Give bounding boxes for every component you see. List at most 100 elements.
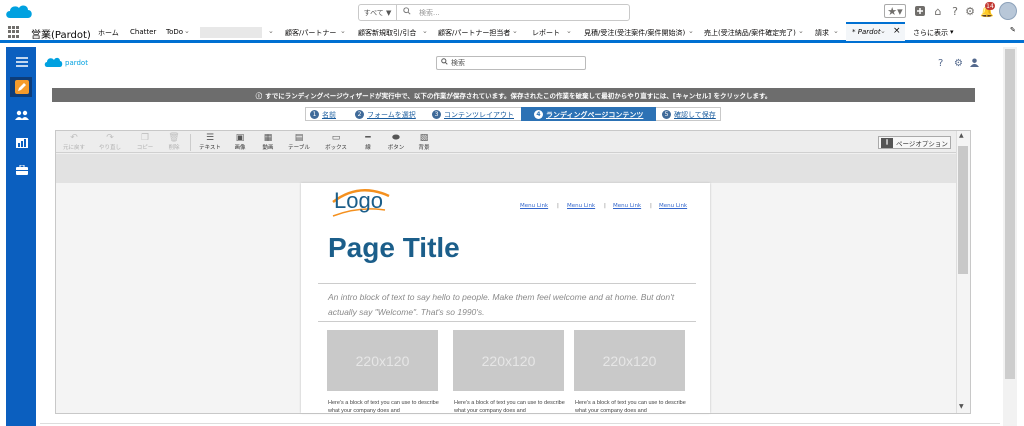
insert-table-button[interactable]: ▤ テーブル bbox=[285, 133, 313, 153]
nav-item-billing[interactable]: 請求 bbox=[815, 28, 829, 38]
chevron-down-icon[interactable]: ⌄ bbox=[184, 27, 190, 35]
step-number: 5 bbox=[662, 110, 671, 119]
lp-menu-link[interactable]: Menu Link bbox=[520, 203, 548, 209]
insert-line-button[interactable]: ━ 線 bbox=[354, 133, 382, 153]
chevron-down-icon[interactable]: ⌄ bbox=[798, 27, 804, 35]
wizard-step-5[interactable]: 5 確認して保存 bbox=[662, 108, 716, 121]
info-icon: ⓘ bbox=[255, 92, 263, 100]
app-launcher-icon[interactable] bbox=[8, 26, 20, 38]
menu-separator: | bbox=[604, 203, 606, 209]
step-label[interactable]: 確認して保存 bbox=[674, 110, 716, 120]
line-label: 線 bbox=[365, 145, 371, 151]
lp-page-title[interactable]: Page Title bbox=[328, 232, 460, 264]
background-button[interactable]: ▧ 背景 bbox=[410, 133, 438, 153]
undo-button[interactable]: ↶ 元に戻す bbox=[60, 133, 88, 153]
insert-image-button[interactable]: ▣ 画像 bbox=[226, 133, 254, 153]
lp-caption[interactable]: Here's a block of text you can use to de… bbox=[328, 399, 439, 415]
lp-image-placeholder[interactable]: 220x120 bbox=[327, 330, 438, 391]
nav-more[interactable]: さらに表示 bbox=[913, 28, 948, 38]
wizard-in-progress-banner: ⓘ すでにランディングページウィザードが実行中で、以下の作業が保存されています。… bbox=[52, 88, 975, 102]
table-label: テーブル bbox=[288, 145, 310, 151]
redacted-nav-item[interactable] bbox=[200, 27, 262, 38]
admin-briefcase-icon[interactable] bbox=[14, 163, 30, 177]
insert-box-button[interactable]: ▭ ボックス bbox=[322, 133, 350, 153]
step-number: 2 bbox=[355, 110, 364, 119]
menu-hamburger-icon[interactable] bbox=[14, 55, 30, 69]
nav-item-opportunities[interactable]: 顧客新規取引/引合 bbox=[358, 28, 416, 38]
wizard-step-2[interactable]: 2 フォームを選択 bbox=[355, 108, 416, 121]
insert-text-button[interactable]: ☰ テキスト bbox=[196, 133, 224, 153]
salesforce-cloud-logo[interactable] bbox=[4, 2, 34, 20]
global-search-bar[interactable]: すべて ▼ 検索... bbox=[358, 4, 630, 21]
page-options-button[interactable]: ⫼ ページオプション bbox=[878, 136, 951, 149]
lp-image-placeholder[interactable]: 220x120 bbox=[453, 330, 564, 391]
sliders-icon: ⫼ bbox=[881, 137, 893, 148]
global-add-icon[interactable] bbox=[913, 4, 927, 18]
trailhead-icon[interactable]: ⌂ bbox=[931, 4, 945, 18]
nav-item-contacts[interactable]: 顧客/パートナー担当者 bbox=[438, 28, 510, 38]
edit-nav-pencil-icon[interactable]: ✎ bbox=[1010, 26, 1016, 34]
page-scrollbar-thumb[interactable] bbox=[1005, 49, 1015, 379]
step-label[interactable]: フォームを選択 bbox=[367, 110, 416, 120]
chevron-down-icon[interactable]: ⌄ bbox=[268, 27, 274, 35]
user-profile-icon[interactable] bbox=[970, 58, 979, 70]
menu-separator: | bbox=[557, 203, 559, 209]
chevron-down-icon[interactable]: ⌄ bbox=[340, 27, 346, 35]
favorites-star-icon[interactable]: ★▾ bbox=[884, 4, 906, 18]
salesforce-pardot-logo: pardot bbox=[44, 57, 88, 67]
caret-down-icon[interactable]: ▾ bbox=[950, 28, 954, 36]
lp-logo[interactable]: Logo bbox=[334, 188, 383, 214]
prospects-users-icon[interactable] bbox=[14, 108, 30, 122]
chevron-down-icon[interactable]: ⌄ bbox=[833, 27, 839, 35]
lp-intro-text[interactable]: An intro block of text to say hello to p… bbox=[328, 290, 688, 320]
lp-image-placeholder[interactable]: 220x120 bbox=[574, 330, 685, 391]
lp-caption[interactable]: Here's a block of text you can use to de… bbox=[575, 399, 686, 415]
chevron-down-icon[interactable]: ⌄ bbox=[512, 27, 518, 35]
menu-separator: | bbox=[650, 203, 652, 209]
lp-menu-link[interactable]: Menu Link bbox=[659, 203, 687, 209]
chevron-down-icon[interactable]: ⌄ bbox=[422, 27, 428, 35]
editor-toolbar bbox=[56, 131, 970, 153]
nav-item-home[interactable]: ホーム bbox=[98, 28, 119, 38]
line-icon: ━ bbox=[365, 133, 371, 143]
nav-item-todo[interactable]: ToDo bbox=[166, 28, 183, 36]
nav-item-sales[interactable]: 売上(受注納品/案件確定完了) bbox=[704, 28, 796, 38]
user-avatar[interactable] bbox=[999, 2, 1017, 20]
step-label[interactable]: コンテンツレイアウト bbox=[444, 110, 514, 120]
redo-button[interactable]: ↷ やり直し bbox=[96, 133, 124, 153]
nav-item-accounts[interactable]: 顧客/パートナー bbox=[285, 28, 336, 38]
settings-gear-icon[interactable]: ⚙ bbox=[954, 58, 963, 69]
setup-gear-icon[interactable]: ⚙ bbox=[963, 4, 977, 18]
help-icon[interactable]: ? bbox=[948, 4, 962, 18]
lp-menu-link[interactable]: Menu Link bbox=[567, 203, 595, 209]
scroll-down-arrow-icon[interactable]: ▼ bbox=[959, 403, 964, 410]
wizard-step-1[interactable]: 1 名前 bbox=[310, 108, 336, 121]
marketing-pencil-icon[interactable] bbox=[14, 80, 30, 94]
nav-item-reports[interactable]: レポート bbox=[532, 28, 560, 38]
banner-text: すでにランディングページウィザードが実行中で、以下の作業が保存されています。保存… bbox=[265, 92, 772, 100]
step-label[interactable]: 名前 bbox=[322, 110, 336, 120]
insert-video-button[interactable]: ▦ 動画 bbox=[254, 133, 282, 153]
tab-pardot-label[interactable]: * Pardot bbox=[852, 28, 881, 36]
lp-menu-link[interactable]: Menu Link bbox=[613, 203, 641, 209]
copy-button[interactable]: ❐ コピー bbox=[131, 133, 159, 153]
chevron-down-icon[interactable]: ⌄ bbox=[566, 27, 572, 35]
insert-button-button[interactable]: ⬬ ボタン bbox=[382, 133, 410, 153]
editor-scrollbar-thumb[interactable] bbox=[958, 146, 968, 274]
scroll-up-arrow-icon[interactable]: ▲ bbox=[959, 132, 964, 139]
nav-item-quotes[interactable]: 見積/受注(受注案件/案件開始済) bbox=[584, 28, 685, 38]
reports-chart-icon[interactable] bbox=[14, 136, 30, 150]
pardot-search-input[interactable]: 検索 bbox=[436, 56, 586, 70]
lp-caption[interactable]: Here's a block of text you can use to de… bbox=[454, 399, 565, 415]
help-icon[interactable]: ? bbox=[938, 58, 943, 69]
search-scope-dropdown[interactable]: すべて ▼ bbox=[359, 5, 397, 20]
close-tab-icon[interactable]: × bbox=[893, 26, 901, 36]
text-label: テキスト bbox=[199, 145, 221, 151]
chevron-down-icon[interactable]: ⌄ bbox=[880, 27, 886, 35]
lp-divider bbox=[318, 283, 696, 284]
delete-button[interactable]: 🗑 削除 bbox=[160, 133, 188, 153]
chevron-down-icon[interactable]: ⌄ bbox=[688, 27, 694, 35]
step-number: 4 bbox=[534, 110, 543, 119]
nav-item-chatter[interactable]: Chatter bbox=[130, 28, 156, 36]
wizard-step-3[interactable]: 3 コンテンツレイアウト bbox=[432, 108, 514, 121]
